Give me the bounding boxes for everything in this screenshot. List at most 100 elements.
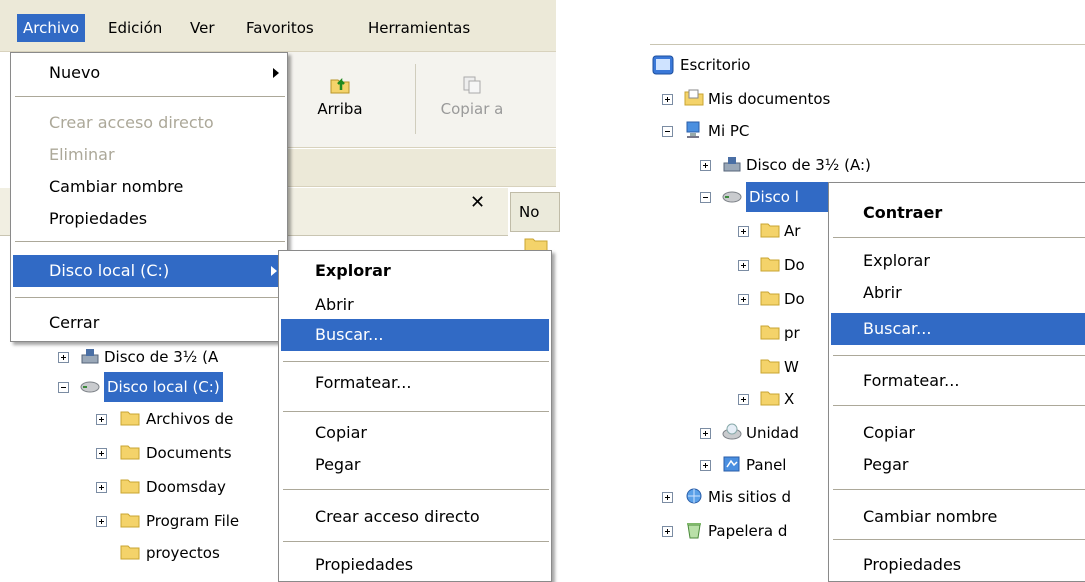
menu-item-explore[interactable]: Explorar <box>829 245 1085 277</box>
menu-edicion[interactable]: Edición <box>102 14 168 42</box>
menu-separator <box>283 361 549 362</box>
menu-item-copy[interactable]: Copiar <box>829 417 1085 449</box>
menu-item-rename[interactable]: Cambiar nombre <box>11 171 287 203</box>
left-screenshot: Archivo Edición Ver Favoritos Herramient… <box>0 0 560 582</box>
recycle-bin-icon <box>687 523 701 539</box>
tree-item-label: Disco de 3½ (A <box>104 348 219 366</box>
folder-icon <box>120 411 140 426</box>
computer-icon <box>686 121 700 138</box>
folder-icon <box>760 223 780 238</box>
expand-icon[interactable] <box>738 394 749 405</box>
menu-separator <box>833 539 1085 540</box>
copy-to-label: Copiar a <box>440 100 504 118</box>
menu-item-delete[interactable]: Eliminar <box>11 139 287 171</box>
tree-item-label: Doomsday <box>146 478 226 496</box>
menu-separator <box>833 405 1085 406</box>
folder-up-icon <box>330 77 350 94</box>
documents-folder-icon <box>684 89 704 106</box>
file-menu: Nuevo Crear acceso directo Eliminar Camb… <box>10 52 288 342</box>
expand-icon[interactable] <box>662 94 673 105</box>
folder-icon <box>120 479 140 494</box>
floppy-drive-icon <box>81 349 99 364</box>
menu-item-create-shortcut[interactable]: Crear acceso directo <box>11 107 287 139</box>
tree-item-label: Mis documentos <box>708 90 831 108</box>
tree-item-label: Mi PC <box>708 122 750 140</box>
menu-separator <box>283 489 549 490</box>
menu-item-paste[interactable]: Pegar <box>279 449 551 481</box>
collapse-icon[interactable] <box>58 382 69 393</box>
right-screenshot: Escritorio Mis documentos Mi PC Disco de… <box>640 0 1085 582</box>
tree-item-label: Archivos de <box>146 410 234 428</box>
close-icon[interactable]: ✕ <box>470 192 485 213</box>
folder-icon <box>120 545 140 560</box>
menu-item-rename[interactable]: Cambiar nombre <box>829 501 1085 533</box>
folder-icon <box>760 325 780 340</box>
folder-icon <box>760 391 780 406</box>
folder-icon <box>760 291 780 306</box>
tree-item-label: pr <box>784 324 800 342</box>
menu-herramientas[interactable]: Herramientas <box>362 14 476 42</box>
submenu-arrow-icon <box>271 266 277 276</box>
name-column-label: No <box>519 203 540 221</box>
address-bar <box>270 149 556 187</box>
expand-icon[interactable] <box>96 516 107 527</box>
copy-to-button[interactable]: Copiar a <box>422 52 522 146</box>
menu-item-label: Nuevo <box>49 63 101 82</box>
menu-item-explore[interactable]: Explorar <box>279 255 551 287</box>
tree-item-label: Panel <box>746 456 787 474</box>
copy-to-icon <box>463 76 481 94</box>
tree-item-label: Mis sitios d <box>708 488 792 506</box>
collapse-icon[interactable] <box>662 126 673 137</box>
expand-icon[interactable] <box>700 428 711 439</box>
menu-item-nuevo[interactable]: Nuevo <box>11 57 287 89</box>
tree-context-menu: Contraer Explorar Abrir Buscar... Format… <box>828 182 1085 582</box>
menu-item-format[interactable]: Formatear... <box>279 367 551 399</box>
menu-bar: Archivo Edición Ver Favoritos Herramient… <box>0 0 556 52</box>
expand-icon[interactable] <box>662 526 673 537</box>
menu-separator <box>15 241 285 242</box>
menu-item-search[interactable]: Buscar... <box>831 313 1085 345</box>
menu-item-paste[interactable]: Pegar <box>829 449 1085 481</box>
tree-item-label: Papelera d <box>708 522 788 540</box>
menu-item-create-shortcut[interactable]: Crear acceso directo <box>279 501 551 533</box>
menu-item-search[interactable]: Buscar... <box>281 319 549 351</box>
up-button[interactable]: Arriba <box>300 52 380 146</box>
expand-icon[interactable] <box>700 160 711 171</box>
expand-icon[interactable] <box>96 482 107 493</box>
pane-top-border <box>650 44 1085 45</box>
disk-context-menu: Explorar Abrir Buscar... Formatear... Co… <box>278 250 552 582</box>
expand-icon[interactable] <box>662 492 673 503</box>
expand-icon[interactable] <box>738 260 749 271</box>
menu-item-properties[interactable]: Propiedades <box>279 549 551 581</box>
menu-favoritos[interactable]: Favoritos <box>240 14 320 42</box>
menu-separator <box>283 411 549 412</box>
expand-icon[interactable] <box>738 226 749 237</box>
menu-item-properties[interactable]: Propiedades <box>829 549 1085 581</box>
expand-icon[interactable] <box>96 414 107 425</box>
folder-icon <box>120 445 140 460</box>
expand-icon[interactable] <box>738 294 749 305</box>
menu-archivo[interactable]: Archivo <box>17 14 86 42</box>
expand-icon[interactable] <box>700 460 711 471</box>
name-column-header[interactable]: No <box>510 192 560 232</box>
menu-separator <box>15 96 285 97</box>
menu-item-copy[interactable]: Copiar <box>279 417 551 449</box>
expand-icon[interactable] <box>58 352 69 363</box>
menu-separator <box>833 489 1085 490</box>
desktop-icon <box>652 55 674 75</box>
menu-item-format[interactable]: Formatear... <box>829 365 1085 397</box>
menu-item-open[interactable]: Abrir <box>279 289 551 321</box>
menu-item-local-disk[interactable]: Disco local (C:) <box>13 255 285 287</box>
menu-item-open[interactable]: Abrir <box>829 277 1085 309</box>
menu-ver[interactable]: Ver <box>184 14 221 42</box>
hard-drive-icon <box>80 381 100 393</box>
menu-item-close[interactable]: Cerrar <box>11 307 287 339</box>
network-places-icon <box>686 488 702 504</box>
menu-item-properties[interactable]: Propiedades <box>11 203 287 235</box>
tree-item-label: Unidad <box>746 424 799 442</box>
expand-icon[interactable] <box>96 448 107 459</box>
cd-drive-icon <box>722 423 742 440</box>
tree-item-label: proyectos <box>146 544 220 562</box>
collapse-icon[interactable] <box>700 192 711 203</box>
menu-item-collapse[interactable]: Contraer <box>829 197 1085 229</box>
